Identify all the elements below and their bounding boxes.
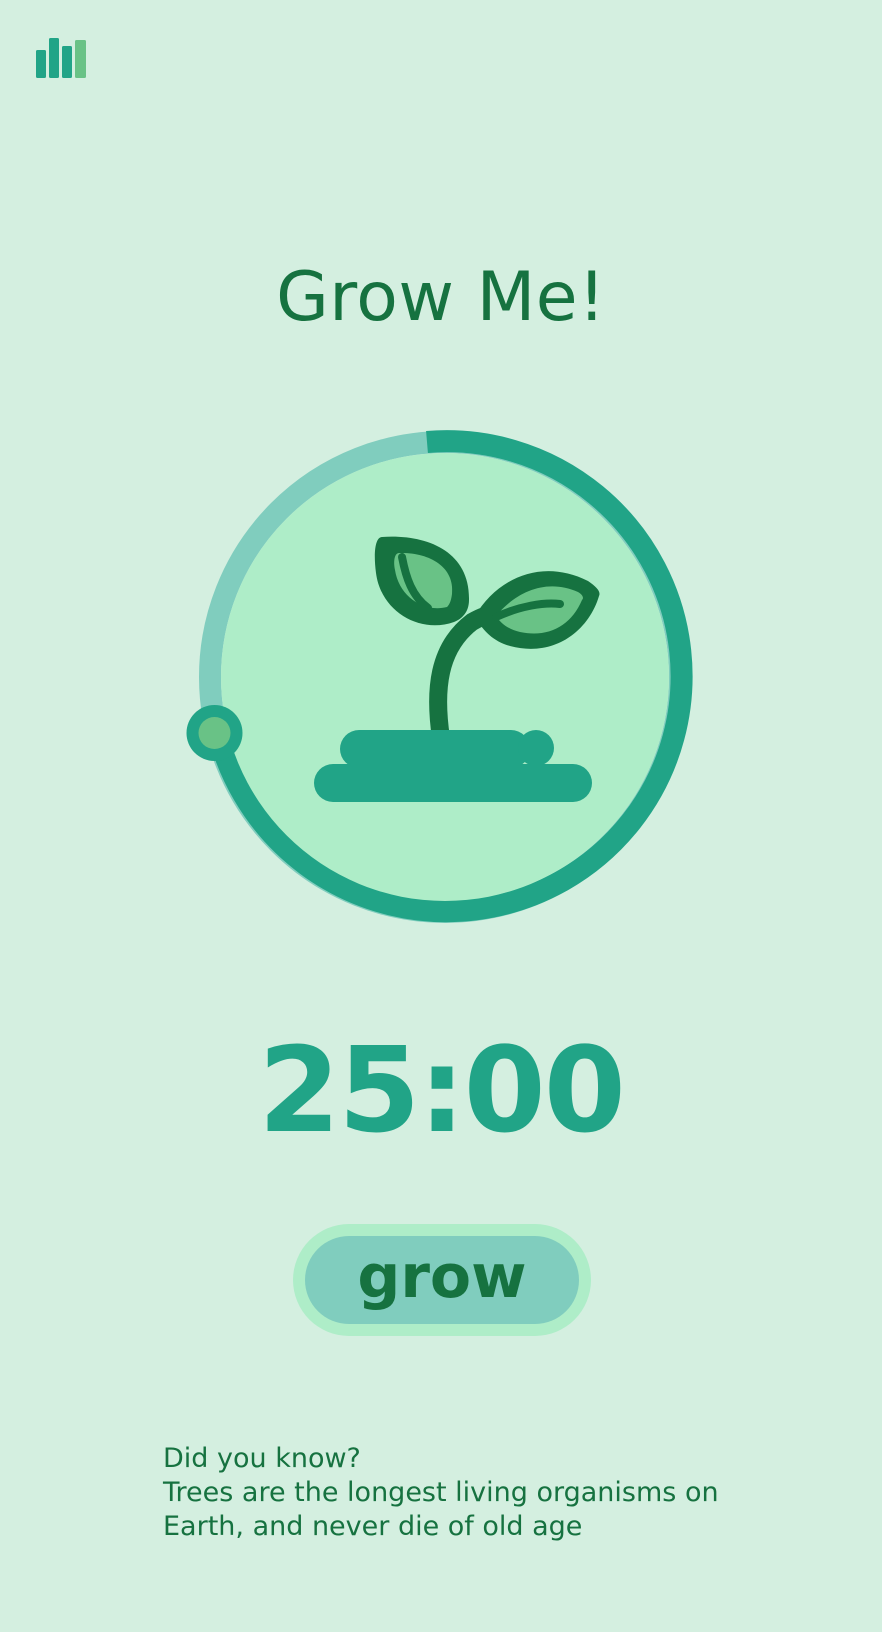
timer-display: 25:00: [258, 1021, 626, 1159]
fun-fact: Did you know? Trees are the longest livi…: [163, 1442, 783, 1544]
page-title: Grow Me!: [276, 258, 606, 337]
grow-button-label: grow: [305, 1236, 579, 1324]
timer-ring: [170, 420, 710, 960]
fact-line-2: Earth, and never die of old age: [163, 1511, 583, 1542]
stats-button[interactable]: [36, 38, 86, 80]
fact-line-1: Trees are the longest living organisms o…: [163, 1477, 719, 1508]
fact-heading: Did you know?: [163, 1443, 361, 1474]
progress-knob[interactable]: [186, 705, 243, 761]
bar-chart-icon: [36, 38, 86, 78]
grow-button[interactable]: grow: [293, 1224, 591, 1336]
